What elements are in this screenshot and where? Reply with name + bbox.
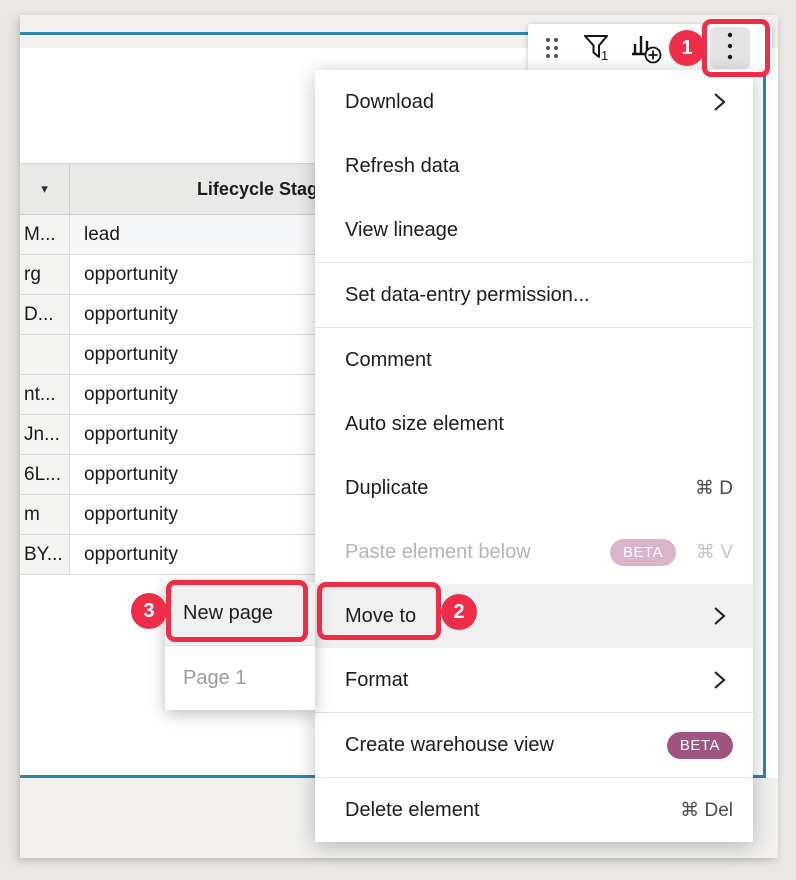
menu-item-label: Create warehouse view — [345, 734, 554, 757]
cell-stage: opportunity — [70, 375, 340, 414]
filter-icon[interactable]: 1 — [582, 33, 614, 63]
menu-item-view-lineage[interactable]: View lineage — [315, 198, 753, 262]
menu-item-label: Delete element — [345, 799, 480, 822]
table-row[interactable]: BY... opportunity — [20, 535, 340, 575]
cell-stage: lead — [70, 215, 340, 254]
table-row[interactable]: 6L... opportunity — [20, 455, 340, 495]
cell-stage: opportunity — [70, 335, 340, 374]
menu-item-refresh-data[interactable]: Refresh data — [315, 134, 753, 198]
move-to-submenu: New page Page 1 — [165, 582, 315, 710]
cell-id: m — [20, 495, 70, 534]
cell-id: rg — [20, 255, 70, 294]
cell-id: D... — [20, 295, 70, 334]
submenu-item-label: Page 1 — [183, 667, 246, 690]
table-row[interactable]: M... lead — [20, 215, 340, 255]
data-table: ▾ Lifecycle Stage M... lead rg opportuni… — [20, 163, 340, 575]
menu-item-download[interactable]: Download — [315, 70, 753, 134]
svg-text:1: 1 — [601, 48, 608, 63]
table-row[interactable]: rg opportunity — [20, 255, 340, 295]
column-menu-arrow-icon[interactable]: ▾ — [20, 164, 70, 214]
chevron-right-icon — [712, 669, 727, 691]
cell-stage: opportunity — [70, 535, 340, 574]
menu-item-set-data-entry-permission[interactable]: Set data-entry permission... — [315, 263, 753, 327]
shortcut-label: ⌘ Del — [680, 799, 733, 822]
menu-item-duplicate[interactable]: Duplicate ⌘ D — [315, 456, 753, 520]
menu-item-label: Move to — [345, 605, 416, 628]
menu-item-label: Refresh data — [345, 155, 460, 178]
cell-id: M... — [20, 215, 70, 254]
beta-badge: BETA — [667, 732, 733, 759]
cell-id: Jn... — [20, 415, 70, 454]
menu-item-auto-size-element[interactable]: Auto size element — [315, 392, 753, 456]
column-header-lifecycle-stage[interactable]: Lifecycle Stage — [70, 164, 340, 214]
menu-item-comment[interactable]: Comment — [315, 328, 753, 392]
cell-id — [20, 335, 70, 374]
menu-item-label: Download — [345, 91, 434, 114]
cell-stage: opportunity — [70, 415, 340, 454]
menu-item-label: Duplicate — [345, 477, 428, 500]
annotation-step-number: 1 — [669, 30, 705, 66]
element-toolbar: 1 — [528, 24, 772, 72]
menu-item-label: Paste element below — [345, 541, 531, 564]
table-row[interactable]: nt... opportunity — [20, 375, 340, 415]
create-visualization-icon[interactable] — [630, 32, 668, 64]
beta-badge: BETA — [610, 539, 676, 566]
kebab-menu-icon — [727, 31, 733, 66]
cell-id: BY... — [20, 535, 70, 574]
shortcut-label: ⌘ D — [695, 477, 733, 500]
annotation-step-number: 2 — [441, 594, 477, 630]
shortcut-label: ⌘ V — [696, 541, 733, 564]
menu-item-format[interactable]: Format — [315, 648, 753, 712]
table-header-row: ▾ Lifecycle Stage — [20, 163, 340, 215]
menu-item-paste-element-below: Paste element below BETA ⌘ V — [315, 520, 753, 584]
chevron-right-icon — [712, 605, 727, 627]
cell-stage: opportunity — [70, 295, 340, 334]
cell-id: 6L... — [20, 455, 70, 494]
table-row[interactable]: opportunity — [20, 335, 340, 375]
cell-stage: opportunity — [70, 455, 340, 494]
screenshot-stage: ▾ Lifecycle Stage M... lead rg opportuni… — [0, 0, 796, 880]
chevron-right-icon — [712, 91, 727, 113]
drag-handle-icon[interactable] — [544, 35, 560, 61]
cell-stage: opportunity — [70, 255, 340, 294]
menu-item-label: Set data-entry permission... — [345, 284, 590, 307]
menu-item-label: View lineage — [345, 219, 458, 242]
menu-item-label: Comment — [345, 349, 432, 372]
menu-item-label: Format — [345, 669, 408, 692]
submenu-item-page-1[interactable]: Page 1 — [165, 646, 315, 710]
element-context-menu: Download Refresh data View lineage Set d… — [315, 70, 753, 842]
submenu-item-new-page[interactable]: New page — [165, 582, 315, 646]
cell-stage: opportunity — [70, 495, 340, 534]
menu-item-delete-element[interactable]: Delete element ⌘ Del — [315, 778, 753, 842]
menu-item-move-to[interactable]: Move to — [315, 584, 753, 648]
more-options-button[interactable] — [710, 27, 750, 69]
submenu-item-label: New page — [183, 602, 273, 625]
selection-border-right — [763, 32, 766, 778]
table-row[interactable]: m opportunity — [20, 495, 340, 535]
cell-id: nt... — [20, 375, 70, 414]
menu-item-label: Auto size element — [345, 413, 504, 436]
table-row[interactable]: D... opportunity — [20, 295, 340, 335]
menu-item-create-warehouse-view[interactable]: Create warehouse view BETA — [315, 713, 753, 777]
table-row[interactable]: Jn... opportunity — [20, 415, 340, 455]
annotation-step-number: 3 — [131, 593, 167, 629]
